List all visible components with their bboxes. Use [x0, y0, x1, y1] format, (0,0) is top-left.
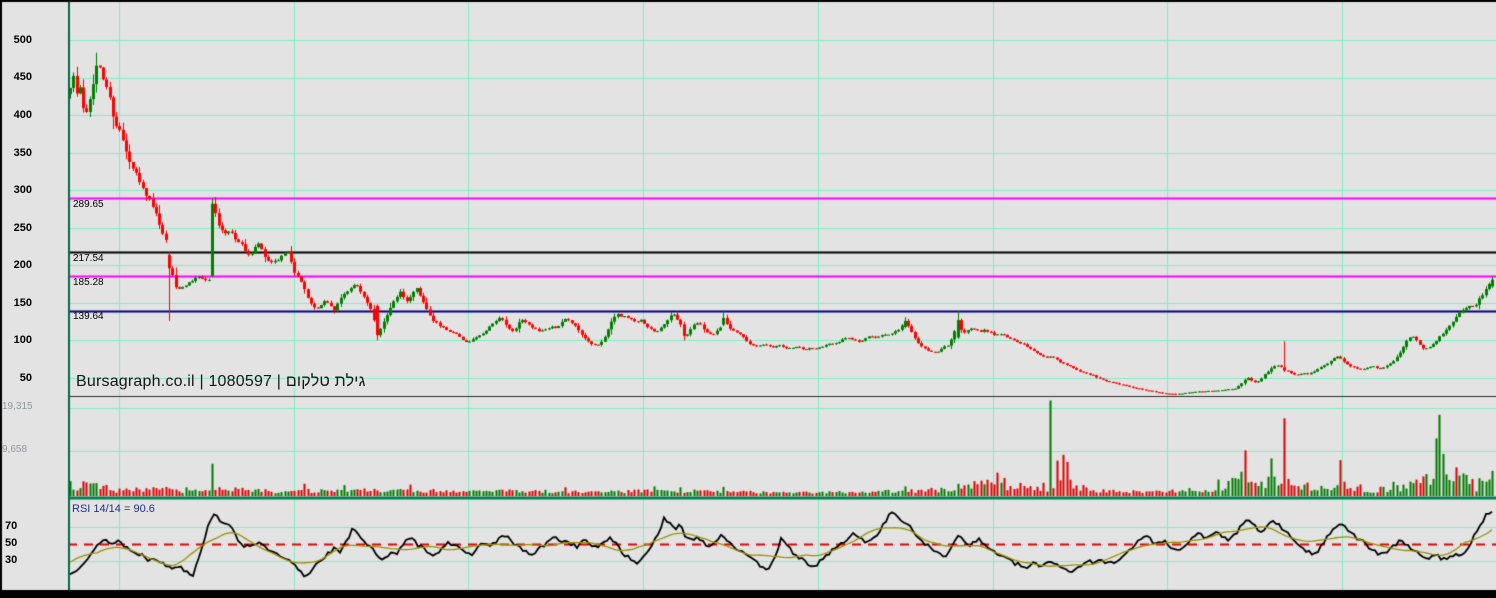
rsi-axis-label: 30	[5, 554, 18, 566]
rsi-axis-label: 70	[5, 520, 18, 532]
bursagraph-chart-window: 500 450 400 350 300 250 200 150 100 50 1…	[0, 0, 1496, 598]
hline-value-label: 289.65	[73, 199, 104, 210]
price-axis-label: 450	[13, 71, 32, 83]
price-axis-label: 250	[13, 222, 32, 234]
hline-value-label: 139.64	[73, 311, 104, 322]
price-axis-label: 50	[19, 372, 32, 384]
price-axis-label: 350	[13, 147, 32, 159]
price-axis-label: 100	[13, 334, 32, 346]
hline-value-label: 185.28	[73, 277, 104, 288]
price-axis-label: 500	[13, 34, 32, 46]
volume-axis-label: 9,658	[2, 444, 28, 455]
rsi-study-label: RSI 14/14 = 90.6	[72, 503, 155, 515]
price-volume-rsi-chart[interactable]	[0, 0, 1496, 598]
price-axis-label: 300	[13, 184, 32, 196]
volume-axis-label: 19,315	[2, 401, 33, 412]
hline-value-label: 217.54	[73, 253, 104, 264]
rsi-axis-label: 50	[5, 537, 18, 549]
price-axis-label: 200	[13, 259, 32, 271]
watermark-text: Bursagraph.co.il | 1080597 | גילת טלקום	[76, 373, 366, 390]
price-axis-label: 150	[13, 297, 32, 309]
price-axis-label: 400	[13, 109, 32, 121]
